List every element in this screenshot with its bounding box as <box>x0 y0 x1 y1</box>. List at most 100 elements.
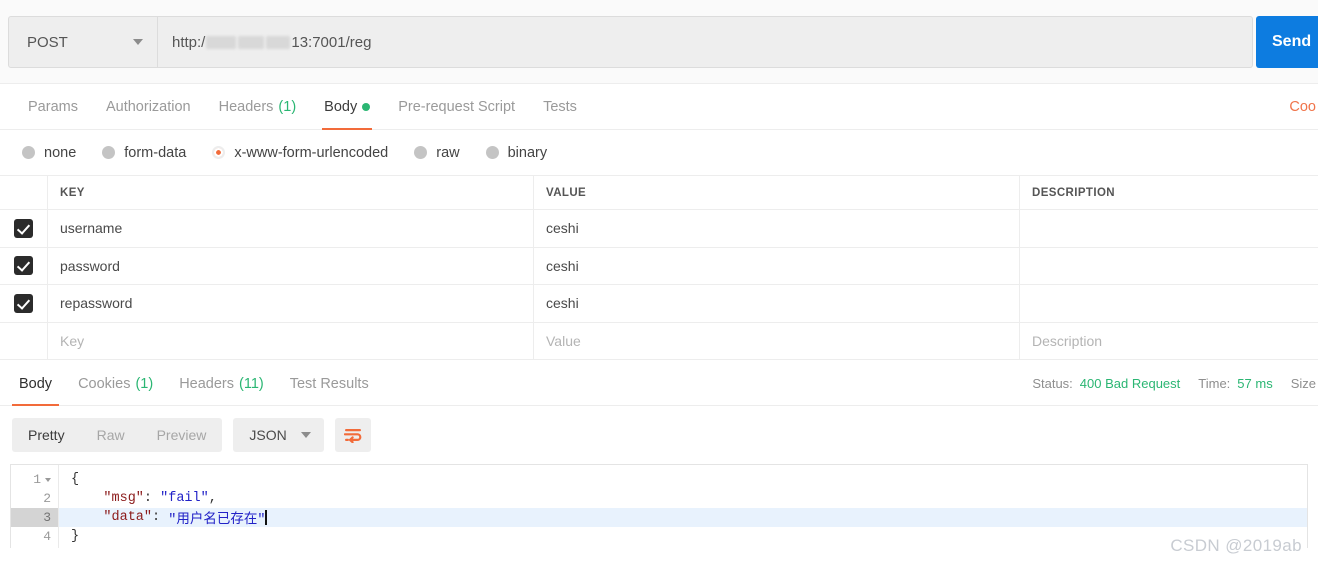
url-input[interactable]: http:/ 13:7001/reg <box>158 16 1253 68</box>
radio-label: binary <box>507 144 548 161</box>
code-token-key: "data" <box>103 510 153 525</box>
radio-icon <box>102 146 116 159</box>
url-suffix: 13:7001/reg <box>291 33 372 51</box>
size-label: Size <box>1290 376 1316 391</box>
line-number: 4 <box>43 529 51 544</box>
response-tab-test-results[interactable]: Test Results <box>277 362 382 405</box>
line-number-gutter: 1 2 3 4 <box>11 465 59 548</box>
code-token: { <box>71 472 80 487</box>
radio-label: form-data <box>124 144 187 161</box>
radio-x-www-form-urlencoded[interactable]: x-www-form-urlencoded <box>212 145 388 161</box>
code-line: } <box>59 527 1307 546</box>
tab-label: Body <box>19 375 53 392</box>
time-value: 57 ms <box>1237 376 1273 391</box>
response-meta: Status: 400 Bad Request Time: 57 ms Size <box>1032 362 1318 405</box>
checkbox-checked-icon[interactable] <box>14 218 33 238</box>
code-token-punct: , <box>208 491 217 506</box>
format-label: JSON <box>249 427 287 443</box>
tab-pre-request-script[interactable]: Pre-request Script <box>384 84 529 129</box>
row-value[interactable]: ceshi <box>534 210 1020 247</box>
word-wrap-button[interactable] <box>334 418 371 452</box>
table-row: repassword ceshi <box>0 285 1318 323</box>
url-redacted-block <box>238 35 265 49</box>
send-button[interactable]: Send <box>1256 16 1318 68</box>
tab-label: Tests <box>543 98 577 115</box>
radio-none[interactable]: none <box>22 145 76 161</box>
tab-label: Authorization <box>105 98 191 115</box>
new-description-input[interactable]: Description <box>1020 323 1318 360</box>
radio-selected-icon <box>212 146 226 159</box>
tab-label: Cookies <box>78 375 131 392</box>
row-description[interactable] <box>1020 248 1318 285</box>
code-token-punct: : <box>143 491 161 506</box>
row-key[interactable]: repassword <box>48 285 534 322</box>
header-value: VALUE <box>534 176 1020 209</box>
body-type-radio-group: none form-data x-www-form-urlencoded raw… <box>0 130 1318 176</box>
row-key[interactable]: username <box>48 210 534 247</box>
request-tabs: Params Authorization Headers (1) Body Pr… <box>0 84 1318 130</box>
radio-raw[interactable]: raw <box>414 144 460 161</box>
response-tab-cookies[interactable]: Cookies (1) <box>65 362 166 405</box>
url-bar-region: POST http:/ 13:7001/reg Send <box>0 0 1318 84</box>
cookies-link[interactable]: Coo <box>1289 84 1318 129</box>
response-body-viewer: 1 2 3 4 { "msg": "fail", "data": "用户名已存在… <box>10 464 1308 548</box>
url-redacted-block <box>266 35 291 49</box>
row-description[interactable] <box>1020 285 1318 322</box>
code-content[interactable]: { "msg": "fail", "data": "用户名已存在" } <box>59 465 1307 548</box>
response-tab-body[interactable]: Body <box>6 362 65 406</box>
line-number: 2 <box>43 491 51 506</box>
view-mode-raw[interactable]: Raw <box>81 418 141 452</box>
tab-label: Params <box>28 98 78 115</box>
new-key-input[interactable]: Key <box>48 322 534 359</box>
placeholder-checkbox-cell <box>0 322 48 359</box>
tab-label: Headers <box>218 98 274 115</box>
view-mode-pretty[interactable]: Pretty <box>12 418 81 452</box>
tab-body[interactable]: Body <box>310 84 384 130</box>
row-checkbox-cell <box>0 210 48 247</box>
watermark: CSDN @2019ab <box>1170 536 1302 555</box>
text-cursor <box>265 510 267 525</box>
line-number: 3 <box>43 510 51 525</box>
radio-label: raw <box>436 144 460 161</box>
row-key[interactable]: password <box>48 247 534 284</box>
tab-label: Body <box>324 98 358 115</box>
http-method-select[interactable]: POST <box>8 16 158 68</box>
row-value[interactable]: ceshi <box>534 247 1020 284</box>
tab-label: Pre-request Script <box>398 98 516 115</box>
row-description[interactable] <box>1020 210 1318 247</box>
checkbox-checked-icon[interactable] <box>14 293 33 313</box>
response-tab-headers[interactable]: Headers (11) <box>166 362 277 405</box>
tab-tests[interactable]: Tests <box>529 84 591 129</box>
tab-headers[interactable]: Headers (1) <box>205 84 311 129</box>
radio-binary[interactable]: binary <box>485 144 548 161</box>
http-method-label: POST <box>27 33 68 51</box>
chevron-down-icon <box>133 39 143 45</box>
view-mode-preview[interactable]: Preview <box>141 418 223 452</box>
radio-form-data[interactable]: form-data <box>102 145 186 161</box>
response-format-toolbar: Pretty Raw Preview JSON <box>0 406 1318 464</box>
code-line-active: "data": "用户名已存在" <box>59 508 1307 528</box>
params-table: KEY VALUE DESCRIPTION username ceshi pas… <box>0 176 1318 360</box>
code-line: { <box>59 470 1307 489</box>
new-value-input[interactable]: Value <box>534 322 1020 359</box>
response-tabs-region: Body Cookies (1) Headers (11) Test Resul… <box>0 362 1318 406</box>
radio-label: x-www-form-urlencoded <box>234 144 389 161</box>
format-select[interactable]: JSON <box>233 418 324 452</box>
url-bar: POST http:/ 13:7001/reg <box>8 16 1318 68</box>
fold-caret-icon[interactable] <box>45 477 51 482</box>
tab-count: (1) <box>278 98 297 115</box>
radio-icon <box>414 146 428 159</box>
tab-label: Test Results <box>289 375 369 392</box>
table-header-row: KEY VALUE DESCRIPTION <box>0 176 1318 210</box>
row-value[interactable]: ceshi <box>534 285 1020 322</box>
tab-label: Headers <box>179 375 234 392</box>
tab-params[interactable]: Params <box>14 84 92 129</box>
checkbox-checked-icon[interactable] <box>14 256 33 276</box>
tab-authorization[interactable]: Authorization <box>92 84 205 129</box>
radio-icon <box>485 146 499 159</box>
code-line: "msg": "fail", <box>59 489 1307 508</box>
gutter-line: 1 <box>11 470 58 489</box>
status-value: 400 Bad Request <box>1079 376 1181 391</box>
gutter-line: 2 <box>11 489 58 508</box>
